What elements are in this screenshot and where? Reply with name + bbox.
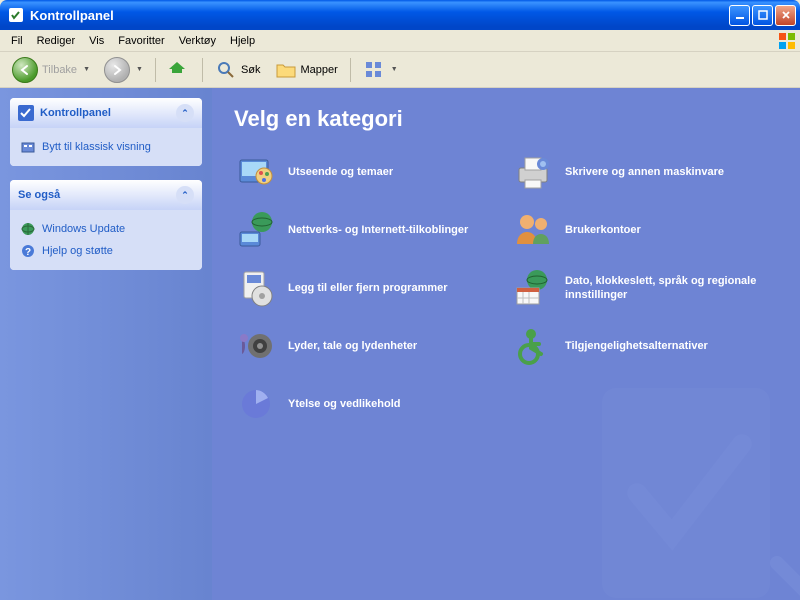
category-label: Nettverks- og Internett-tilkoblinger: [288, 223, 501, 237]
collapse-icon: ⌃: [176, 104, 194, 122]
panel-control-panel: Kontrollpanel ⌃ Bytt til klassisk visnin…: [10, 98, 202, 166]
category-label: Utseende og temaer: [288, 165, 501, 179]
forward-dropdown-icon: ▼: [136, 66, 143, 73]
views-icon: [363, 59, 385, 81]
category-add-remove[interactable]: Legg til eller fjern programmer: [234, 266, 501, 310]
titlebar: Kontrollpanel: [0, 0, 800, 30]
category-users[interactable]: Brukerkontoer: [511, 208, 778, 252]
panel-title: Se også: [18, 189, 170, 201]
panel-body: Windows Update ? Hjelp og støtte: [10, 210, 202, 270]
help-support-label: Hjelp og støtte: [42, 245, 113, 257]
windows-update-link[interactable]: Windows Update: [20, 218, 192, 240]
category-label: Legg til eller fjern programmer: [288, 281, 501, 295]
search-button[interactable]: Søk: [209, 56, 267, 84]
switch-classic-view-link[interactable]: Bytt til klassisk visning: [20, 136, 192, 158]
category-label: Brukerkontoer: [565, 223, 778, 237]
menu-file[interactable]: Fil: [4, 33, 30, 49]
search-label: Søk: [241, 64, 261, 76]
search-icon: [215, 59, 237, 81]
back-button[interactable]: Tilbake ▼: [6, 54, 96, 86]
network-icon: [234, 208, 278, 252]
forward-button[interactable]: ▼: [98, 54, 149, 86]
close-button[interactable]: [775, 5, 796, 26]
menubar: Fil Rediger Vis Favoritter Verktøy Hjelp: [0, 30, 800, 52]
appearance-icon: [234, 150, 278, 194]
help-support-link[interactable]: ? Hjelp og støtte: [20, 240, 192, 262]
category-label: Tilgjengelighetsalternativer: [565, 339, 778, 353]
toolbar-separator: [202, 58, 203, 82]
menu-edit[interactable]: Rediger: [30, 33, 83, 49]
collapse-icon: ⌃: [176, 186, 194, 204]
panel-title: Kontrollpanel: [40, 107, 170, 119]
maximize-button[interactable]: [752, 5, 773, 26]
pie-chart-icon: [234, 382, 278, 426]
category-label: Skrivere og annen maskinvare: [565, 165, 778, 179]
windows-logo-icon: [778, 32, 796, 50]
up-folder-icon: [168, 59, 190, 81]
svg-text:?: ?: [25, 247, 31, 258]
category-accessibility[interactable]: Tilgjengelighetsalternativer: [511, 324, 778, 368]
panel-see-also: Se også ⌃ Windows Update ? Hjelp og støt…: [10, 180, 202, 270]
speaker-icon: [234, 324, 278, 368]
category-sounds[interactable]: Lyder, tale og lydenheter: [234, 324, 501, 368]
toolbar-separator: [350, 58, 351, 82]
category-grid: Utseende og temaer Skrivere og annen mas…: [234, 150, 778, 426]
category-appearance[interactable]: Utseende og temaer: [234, 150, 501, 194]
category-label: Ytelse og vedlikehold: [288, 397, 501, 411]
up-button[interactable]: [162, 56, 196, 84]
panel-header-control-panel[interactable]: Kontrollpanel ⌃: [10, 98, 202, 128]
category-performance[interactable]: Ytelse og vedlikehold: [234, 382, 501, 426]
back-dropdown-icon: ▼: [83, 66, 90, 73]
category-network[interactable]: Nettverks- og Internett-tilkoblinger: [234, 208, 501, 252]
sidebar: Kontrollpanel ⌃ Bytt til klassisk visnin…: [0, 88, 212, 600]
folders-icon: [275, 59, 297, 81]
page-title: Velg en kategori: [234, 106, 778, 132]
back-label: Tilbake: [42, 64, 77, 76]
toolbar: Tilbake ▼ ▼ Søk Mapper ▼: [0, 52, 800, 88]
globe-icon: [20, 221, 36, 237]
switch-view-icon: [20, 139, 36, 155]
main-panel: Velg en kategori Utseende og temaer Skri…: [212, 88, 800, 600]
folders-button[interactable]: Mapper: [269, 56, 344, 84]
views-button[interactable]: ▼: [357, 56, 404, 84]
category-date-time[interactable]: Dato, klokkeslett, språk og regionale in…: [511, 266, 778, 310]
checkmark-icon: [18, 105, 34, 121]
panel-header-see-also[interactable]: Se også ⌃: [10, 180, 202, 210]
forward-arrow-icon: [104, 57, 130, 83]
views-dropdown-icon: ▼: [391, 66, 398, 73]
content-area: Kontrollpanel ⌃ Bytt til klassisk visnin…: [0, 88, 800, 600]
window-title: Kontrollpanel: [28, 8, 727, 23]
category-label: Dato, klokkeslett, språk og regionale in…: [565, 274, 778, 303]
menu-help[interactable]: Hjelp: [223, 33, 262, 49]
windows-update-label: Windows Update: [42, 223, 125, 235]
users-icon: [511, 208, 555, 252]
menu-favorites[interactable]: Favoritter: [111, 33, 171, 49]
printer-icon: [511, 150, 555, 194]
toolbar-separator: [155, 58, 156, 82]
menu-view[interactable]: Vis: [82, 33, 111, 49]
control-panel-icon: [8, 7, 24, 23]
switch-view-label: Bytt til klassisk visning: [42, 141, 151, 153]
box-cd-icon: [234, 266, 278, 310]
panel-body: Bytt til klassisk visning: [10, 128, 202, 166]
globe-calendar-icon: [511, 266, 555, 310]
back-arrow-icon: [12, 57, 38, 83]
menu-tools[interactable]: Verktøy: [172, 33, 223, 49]
minimize-button[interactable]: [729, 5, 750, 26]
folders-label: Mapper: [301, 64, 338, 76]
category-printers[interactable]: Skrivere og annen maskinvare: [511, 150, 778, 194]
help-icon: ?: [20, 243, 36, 259]
wheelchair-icon: [511, 324, 555, 368]
category-label: Lyder, tale og lydenheter: [288, 339, 501, 353]
